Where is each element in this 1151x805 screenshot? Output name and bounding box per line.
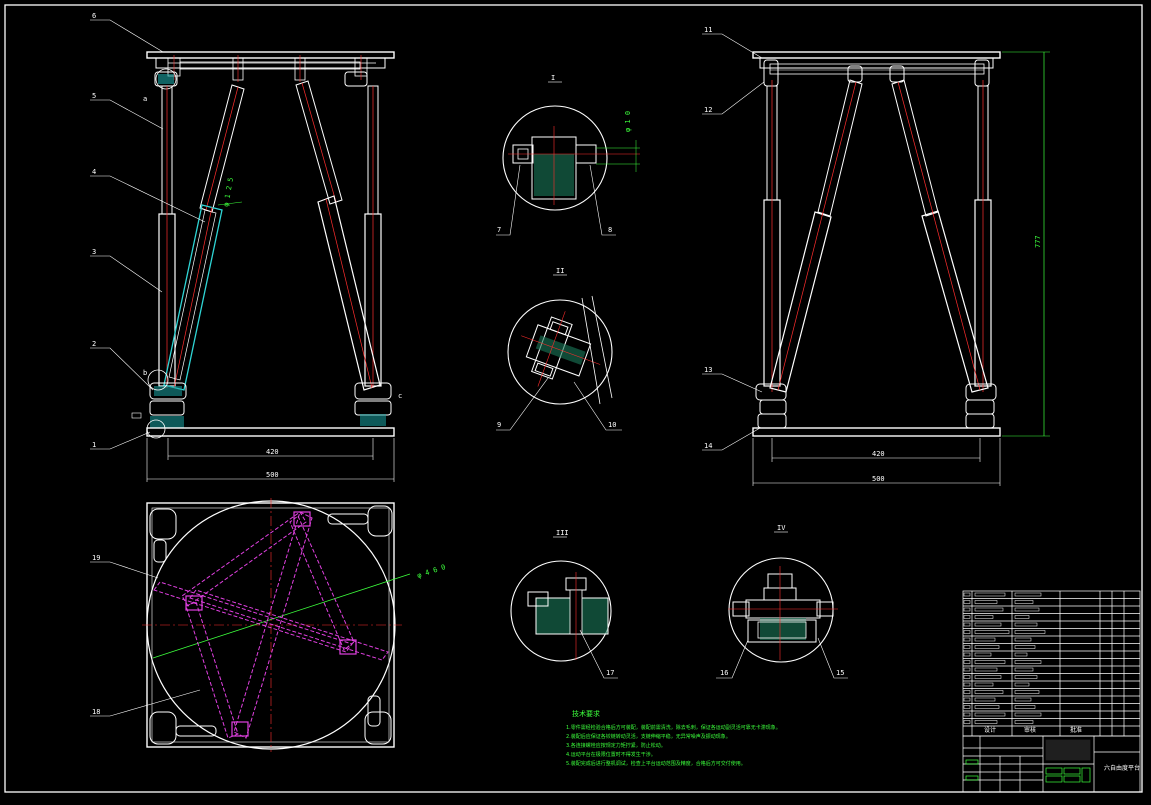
strut-annotation: φ 1 2 5 [222, 177, 235, 207]
part-label-2: 2 [92, 340, 96, 348]
part-label-12: 12 [704, 106, 712, 114]
side-outer-width: 500 [872, 475, 885, 483]
title-block-approver: 批准 [1070, 726, 1082, 734]
section-mark-I: I [551, 74, 555, 82]
detail-I: I φ 1 0 7 8 [496, 74, 640, 236]
section-mark-II: II [556, 267, 564, 275]
part-label-10: 10 [608, 421, 616, 429]
title-block-designer: 设计 [984, 726, 996, 734]
section-mark-IV: IV [777, 524, 786, 532]
part-label-18: 18 [92, 708, 100, 716]
notes-line-4: 4.运动平台在极限位置时不得发生干涉。 [566, 751, 656, 758]
detail-III: III 17 [510, 529, 618, 679]
cad-drawing-sheet: φ 1 2 5 420 500 a b c 1 2 3 4 5 6 φ 4 6 … [0, 0, 1151, 805]
side-view-leaders [702, 33, 765, 451]
part-label-16: 16 [720, 669, 728, 677]
section-mark-III: III [556, 529, 569, 537]
part-label-1: 1 [92, 441, 96, 449]
notes-line-5: 5.装配完成后进行整机调试，检查上平台运动范围及精度，合格后方可交付使用。 [566, 760, 746, 767]
marker-b: b [143, 369, 147, 377]
plan-leaders [90, 561, 201, 717]
side-view: 420 500 777 [752, 51, 1050, 486]
notes-line-3: 3.各连接螺栓应按规定力矩拧紧，防止松动。 [566, 742, 666, 749]
notes-line-2: 2.装配后应保证各铰链转动灵活，支链伸缩平稳，无异常噪声及振动现象。 [566, 733, 731, 740]
technical-notes: 技术要求 1.零件需经检验合格后方可装配，装配前需清洗，除去毛刺，保证各运动副灵… [566, 709, 781, 767]
part-label-13: 13 [704, 366, 712, 374]
part-label-3: 3 [92, 248, 96, 256]
part-label-15: 15 [836, 669, 844, 677]
part-label-4: 4 [92, 168, 96, 176]
part-label-14: 14 [704, 442, 712, 450]
title-block-checker: 审核 [1024, 726, 1036, 734]
side-inner-width: 420 [872, 450, 885, 458]
plan-annotation: φ 4 6 0 [416, 563, 447, 580]
part-label-8: 8 [608, 226, 612, 234]
part-label-6: 6 [92, 12, 96, 20]
part-label-19: 19 [92, 554, 100, 562]
front-view-leaders [90, 19, 206, 450]
front-view: φ 1 2 5 420 500 a b c [131, 51, 402, 482]
marker-a: a [143, 95, 147, 103]
part-label-17: 17 [606, 669, 614, 677]
part-label-7: 7 [497, 226, 501, 234]
front-inner-width: 420 [266, 448, 279, 456]
drawing-canvas: φ 1 2 5 420 500 a b c 1 2 3 4 5 6 φ 4 6 … [4, 4, 1143, 793]
plan-view: φ 4 6 0 [142, 498, 447, 752]
detail-IV: IV 16 15 [716, 524, 848, 679]
side-height: 777 [1034, 235, 1042, 248]
front-outer-width: 500 [266, 471, 279, 479]
notes-line-1: 1.零件需经检验合格后方可装配，装配前需清洗，除去毛刺，保证各运动副灵活可靠无卡… [566, 724, 781, 731]
notes-heading: 技术要求 [572, 709, 600, 718]
detail-annotation: φ 1 0 [624, 111, 632, 132]
part-label-5: 5 [92, 92, 96, 100]
part-label-9: 9 [497, 421, 501, 429]
detail-II: II 9 10 [496, 267, 622, 431]
marker-c: c [398, 392, 402, 400]
part-label-11: 11 [704, 26, 712, 34]
title-block-title: 六自由度平台 [1104, 764, 1140, 772]
title-block [962, 735, 1141, 793]
